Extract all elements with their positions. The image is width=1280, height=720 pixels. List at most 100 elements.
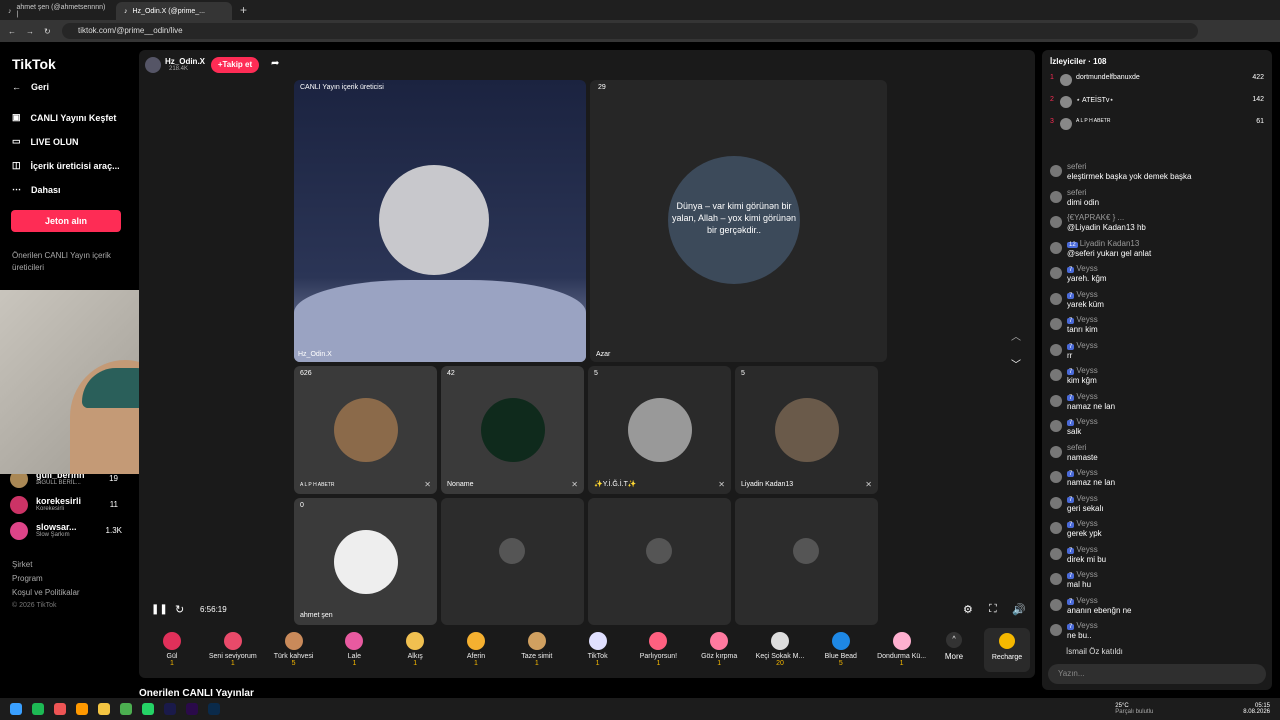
chat-username-text: Veyss — [1076, 417, 1098, 426]
viewer-count-badge: 29 — [598, 84, 606, 91]
avatar — [1050, 522, 1062, 534]
fullscreen-icon[interactable]: ⛶ — [989, 603, 997, 616]
guest-cell[interactable]: 626 A L P H ABETR ✕ — [294, 366, 437, 494]
gift-name: Lale — [347, 653, 361, 660]
tiktok-logo[interactable]: TikTok — [12, 56, 56, 72]
creator-item[interactable]: korekesirli Korekesirli 11 — [10, 496, 128, 514]
chat-username: {€YAPRAK€ } ... — [1067, 213, 1124, 222]
gift-icon — [284, 632, 303, 650]
app-icon[interactable] — [76, 703, 88, 715]
gift-price: 1 — [474, 660, 478, 667]
follow-button[interactable]: +Takip et — [211, 57, 259, 73]
empty-seat[interactable] — [735, 498, 878, 625]
empty-seat[interactable] — [588, 498, 731, 625]
footer-link-program[interactable]: Program — [12, 574, 43, 583]
footer-link-terms[interactable]: Koşul ve Politikalar — [12, 588, 80, 597]
recharge-button[interactable]: Recharge — [984, 628, 1030, 672]
guest-avatar — [334, 530, 398, 594]
host-avatar[interactable] — [145, 57, 161, 73]
gift-icon — [892, 632, 911, 650]
gift-item[interactable]: Parlıyorsun! 1 — [628, 632, 688, 667]
spotify-icon[interactable] — [32, 703, 44, 715]
muted-mic-icon: ✕ — [571, 480, 578, 489]
second-video-cell[interactable]: 29 Dünya – var kimi görünən bir yalan, A… — [590, 80, 887, 362]
back-arrow-icon[interactable]: ← — [8, 27, 16, 36]
gift-item[interactable]: Blue Bead 5 — [811, 632, 871, 667]
gift-item[interactable]: Dondurma Kü... 1 — [872, 632, 932, 667]
back-link[interactable]: ← Geri — [12, 82, 49, 92]
suggested-lives-heading: Önerilen CANLI Yayınlar — [139, 688, 254, 698]
empty-seat[interactable] — [441, 498, 584, 625]
tv-icon: ▣ — [12, 112, 21, 122]
host-name[interactable]: Hz_Odin.X — [165, 57, 205, 66]
avatar — [1050, 241, 1062, 254]
guest-name: ✨Y.İ.Ğ.İ.T✨ — [594, 481, 637, 488]
nav-go-live[interactable]: ▭ LIVE OLUN — [12, 136, 79, 147]
avatar — [1050, 573, 1062, 585]
clock[interactable]: 05:15 8.08.2026 — [1243, 703, 1270, 715]
chat-input[interactable]: Yazın... — [1048, 664, 1266, 684]
refresh-icon[interactable]: ↻ — [175, 603, 184, 616]
gift-item[interactable]: Aferin 1 — [446, 632, 506, 667]
copyright: © 2026 TikTok — [12, 602, 57, 609]
gift-item[interactable]: Seni seviyorum 1 — [203, 632, 263, 667]
pause-icon[interactable]: ❚❚ — [151, 604, 168, 615]
share-icon[interactable]: ➦ — [271, 58, 279, 69]
chat-username-text: seferi — [1067, 442, 1087, 452]
gift-item[interactable]: Keçi Sokak M... 20 — [750, 632, 810, 667]
avatar — [1050, 471, 1062, 483]
gift-item[interactable]: Alkış 1 — [385, 632, 445, 667]
main-video-cell[interactable]: CANLI Yayın içerik üreticisi Hz_Odin.X — [294, 80, 586, 362]
viewer-row[interactable]: 1 dortmundelfbanuxde 422 — [1050, 74, 1264, 86]
more-gifts-button[interactable]: ^ More — [940, 632, 968, 661]
avatar — [1060, 96, 1072, 108]
gift-name: Taze simit — [521, 653, 553, 660]
chat-username: seferi — [1067, 443, 1087, 452]
gift-item[interactable]: Türk kahvesi 5 — [264, 632, 324, 667]
browser-tab-2[interactable]: ♪ Hz_Odin.X (@prime_... — [116, 2, 232, 20]
viewer-row[interactable]: 3A L P H ABETR 61 — [1050, 118, 1264, 130]
after-effects-icon[interactable] — [164, 703, 176, 715]
chat-username-text: Veyss — [1076, 264, 1098, 273]
chat-username: 7 Veyss — [1067, 417, 1098, 426]
viewer-count-badge: 0 — [300, 502, 304, 509]
get-coins-button[interactable]: Jeton alın — [11, 210, 121, 232]
gift-item[interactable]: Göz kırpma 1 — [689, 632, 749, 667]
viewer-count-badge: 5 — [741, 370, 745, 377]
new-tab-button[interactable]: + — [240, 3, 247, 17]
gift-item[interactable]: Gül 1 — [142, 632, 202, 667]
chrome-icon[interactable] — [120, 703, 132, 715]
reload-icon[interactable]: ↻ — [44, 27, 51, 36]
windows-start-icon[interactable] — [10, 703, 22, 715]
footer-link-company[interactable]: Şirket — [12, 560, 32, 569]
nav-more[interactable]: ⋯ Dahası — [12, 184, 61, 195]
nav-explore-live[interactable]: ▣ CANLI Yayını Keşfet — [12, 112, 116, 123]
weather-widget[interactable]: 25°C Parçalı bulutlu — [1115, 703, 1153, 715]
level-badge: 7 — [1067, 547, 1075, 554]
guest-cell[interactable]: 5 ✨Y.İ.Ğ.İ.T✨ ✕ — [588, 366, 731, 494]
chevron-down-icon[interactable]: ﹀ — [1011, 356, 1021, 371]
avatar — [10, 496, 28, 514]
guest-cell[interactable]: 42 Noname ✕ — [441, 366, 584, 494]
nav-creator-tools[interactable]: ◫ İçerik üreticisi araç... — [12, 160, 120, 171]
app-icon[interactable] — [54, 703, 66, 715]
guest-cell[interactable]: 5 Liyadin Kadan13 ✕ — [735, 366, 878, 494]
address-bar[interactable]: tiktok.com/@prime__odin/live — [62, 23, 1198, 39]
whatsapp-icon[interactable] — [142, 703, 154, 715]
browser-tab-1[interactable]: ♪ ahmet şen (@ahmetsennnn) | — [0, 2, 116, 20]
photoshop-icon[interactable] — [208, 703, 220, 715]
chat-username: 7 Veyss — [1067, 264, 1098, 273]
chevron-up-icon[interactable]: ︿ — [1011, 328, 1021, 343]
gift-item[interactable]: TikTok 1 — [568, 632, 628, 667]
viewer-row[interactable]: 2 ⋆ ATEİSTv⋆ 142 — [1050, 96, 1264, 108]
forward-arrow-icon[interactable]: → — [26, 27, 34, 36]
folder-icon[interactable] — [98, 703, 110, 715]
gift-item[interactable]: Taze simit 1 — [507, 632, 567, 667]
volume-icon[interactable]: 🔊 — [1012, 603, 1026, 616]
guest-cell[interactable]: 0 ahmet şen — [294, 498, 437, 625]
premiere-icon[interactable] — [186, 703, 198, 715]
gift-item[interactable]: Lale 1 — [324, 632, 384, 667]
settings-icon[interactable]: ⚙ — [963, 603, 973, 616]
chat-text: rr — [1067, 350, 1073, 360]
creator-item[interactable]: slowsar... Slow Şarkım 1.3K — [10, 522, 128, 540]
